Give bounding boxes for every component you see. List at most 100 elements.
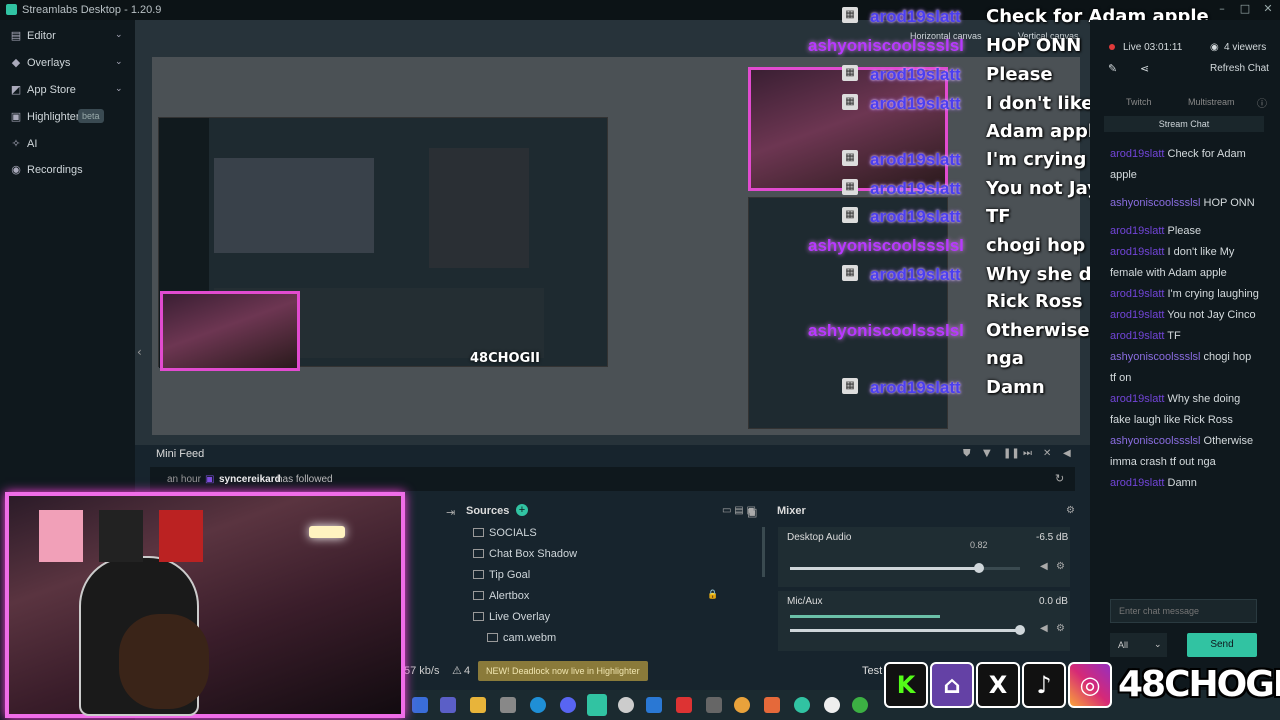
badge-icon: ▦ <box>842 150 858 166</box>
chat-message-input[interactable] <box>1110 599 1257 623</box>
netflix-icon[interactable] <box>676 697 692 713</box>
app-icon[interactable] <box>500 697 516 713</box>
source-label: Alertbox <box>489 590 530 602</box>
event-user[interactable]: syncereikard <box>219 474 281 485</box>
eye-icon: ◉ <box>1210 42 1219 53</box>
source-item[interactable]: Tip Goal <box>467 569 762 590</box>
lock-icon[interactable]: 🔒 <box>707 590 718 600</box>
refresh-chat-button[interactable]: Refresh Chat <box>1210 63 1269 74</box>
streamlabs-logo-icon <box>6 4 17 15</box>
chat-user[interactable]: arod19slatt <box>1110 148 1164 160</box>
sidebar-item-ai[interactable]: ✧ AI <box>0 131 135 157</box>
tab-multistream[interactable]: Multistream <box>1188 97 1235 107</box>
warning-icon[interactable]: ⚠ <box>452 664 462 677</box>
viewer-count: 4 viewers <box>1224 42 1267 53</box>
chat-user: arod19slatt <box>870 179 961 198</box>
chat-message: Rick Ross <box>986 291 1083 312</box>
info-icon[interactable]: ⓘ <box>1257 95 1267 110</box>
mini-feed-event: an hour ▣ syncereikard has followed ↻ <box>150 467 1075 491</box>
channel-settings-icon[interactable]: ⚙ <box>1056 623 1065 634</box>
speaker-icon[interactable]: ◀ <box>1040 561 1048 572</box>
test-button[interactable]: Test <box>862 665 882 677</box>
app-icon[interactable] <box>646 697 662 713</box>
volume-slider[interactable] <box>790 629 1020 632</box>
volume-slider-knob[interactable] <box>973 563 984 573</box>
app-icon[interactable] <box>618 697 634 713</box>
mixer-settings-icon[interactable]: ⚙ <box>1066 505 1075 516</box>
file-explorer-icon[interactable] <box>470 697 486 713</box>
app-icon[interactable] <box>824 697 840 713</box>
edit-icon[interactable]: ✎ <box>1108 62 1117 75</box>
chat-user: arod19slatt <box>870 207 961 226</box>
skip-icon[interactable]: ⏭ <box>1023 448 1032 459</box>
share-icon[interactable]: ⋖ <box>1140 62 1149 75</box>
chat-message: Please <box>986 64 1053 85</box>
badge-icon: ▦ <box>842 7 858 23</box>
sidebar-item-app-store[interactable]: ◩ App Store ⌄ <box>0 77 135 103</box>
sidebar-item-label: AI <box>27 138 38 150</box>
stream-chat-header: Stream Chat <box>1104 116 1264 132</box>
sources-scrollbar[interactable] <box>762 527 765 577</box>
sidebar-item-overlays[interactable]: ◆ Overlays ⌄ <box>0 50 135 76</box>
chat-user[interactable]: ashyoniscoolssslsl <box>1110 351 1200 363</box>
chat-user[interactable]: arod19slatt <box>1110 330 1164 342</box>
pause-icon[interactable]: ❚❚ <box>1003 448 1020 459</box>
source-item[interactable]: Live Overlay <box>467 611 762 632</box>
sidebar-item-label: Editor <box>27 30 56 42</box>
chat-user[interactable]: arod19slatt <box>1110 225 1164 237</box>
chat-user[interactable]: arod19slatt <box>1110 309 1164 321</box>
notice-banner[interactable]: NEW! Deadlock now live in Highlighter <box>478 661 648 681</box>
speaker-icon[interactable]: ◀ <box>1040 623 1048 634</box>
chat-text: You not Jay Cinco <box>1167 309 1256 321</box>
chat-text: I'm crying laughing <box>1167 288 1259 300</box>
chrome-icon[interactable] <box>734 697 750 713</box>
tab-twitch[interactable]: Twitch <box>1126 97 1152 107</box>
twitch-icon: ⌂ <box>930 662 974 708</box>
teams-icon[interactable] <box>440 697 456 713</box>
source-item[interactable]: SOCIALS <box>467 527 762 548</box>
mini-feed-header: Mini Feed ⛊ ▼ ❚❚ ⏭ ✕ ◀ <box>150 445 1085 465</box>
refresh-icon[interactable]: ↻ <box>1055 472 1064 485</box>
collapse-left-icon[interactable]: ‹ <box>137 345 142 359</box>
channel-settings-icon[interactable]: ⚙ <box>1056 561 1065 572</box>
xbox-icon[interactable] <box>852 697 868 713</box>
app-icon[interactable] <box>706 697 722 713</box>
brave-icon[interactable] <box>764 697 780 713</box>
chevron-down-icon: ⌄ <box>115 30 123 40</box>
volume-slider[interactable] <box>790 567 1020 570</box>
sidebar-item-editor[interactable]: ▤ Editor ⌄ <box>0 23 135 49</box>
discord-icon[interactable] <box>560 697 576 713</box>
chat-user[interactable]: ashyoniscoolssslsl <box>1110 197 1200 209</box>
source-item[interactable]: cam.webm <box>467 632 762 653</box>
volume-icon[interactable]: ◀ <box>1063 448 1071 459</box>
add-source-icon[interactable]: + <box>516 504 528 516</box>
send-button[interactable]: Send <box>1187 633 1257 657</box>
highlighter-icon: ▣ <box>10 110 22 123</box>
chat-filter-select[interactable]: All ⌄ <box>1110 633 1167 657</box>
chat-user[interactable]: ashyoniscoolssslsl <box>1110 435 1200 447</box>
chat-user[interactable]: arod19slatt <box>1110 477 1164 489</box>
mute-icon[interactable]: ✕ <box>1043 448 1051 459</box>
store-icon: ◩ <box>10 83 22 96</box>
volume-slider-knob[interactable] <box>1015 625 1025 635</box>
shield-icon[interactable]: ⛊ <box>963 448 971 459</box>
source-item[interactable]: Chat Box Shadow <box>467 548 762 569</box>
edge-icon[interactable] <box>530 697 546 713</box>
chat-user[interactable]: arod19slatt <box>1110 288 1164 300</box>
streamlabs-taskbar-icon[interactable] <box>587 694 607 716</box>
sidebar-item-recordings[interactable]: ◉ Recordings <box>0 157 135 183</box>
chat-user[interactable]: arod19slatt <box>1110 393 1164 405</box>
list-item: arod19slatt I don't like My female with … <box>1110 242 1260 284</box>
chat-user[interactable]: arod19slatt <box>1110 246 1164 258</box>
sidebar-item-highlighter[interactable]: ▣ Highlighter beta <box>0 104 135 130</box>
list-item: arod19slatt TF <box>1110 326 1260 347</box>
source-item[interactable]: Alertbox 🔒 <box>467 590 762 611</box>
list-item: ashyoniscoolssslsl Otherwise imma crash … <box>1110 431 1260 473</box>
app-icon[interactable] <box>412 697 428 713</box>
list-item: arod19slatt Why she doing fake laugh lik… <box>1110 389 1260 431</box>
layout-icon: ▤ <box>10 29 22 42</box>
filter-icon[interactable]: ▼ <box>983 448 991 459</box>
app-icon[interactable] <box>794 697 810 713</box>
bitrate: 57 kb/s <box>404 665 440 677</box>
list-item: ashyoniscoolssslsl chogi hop tf on <box>1110 347 1260 389</box>
